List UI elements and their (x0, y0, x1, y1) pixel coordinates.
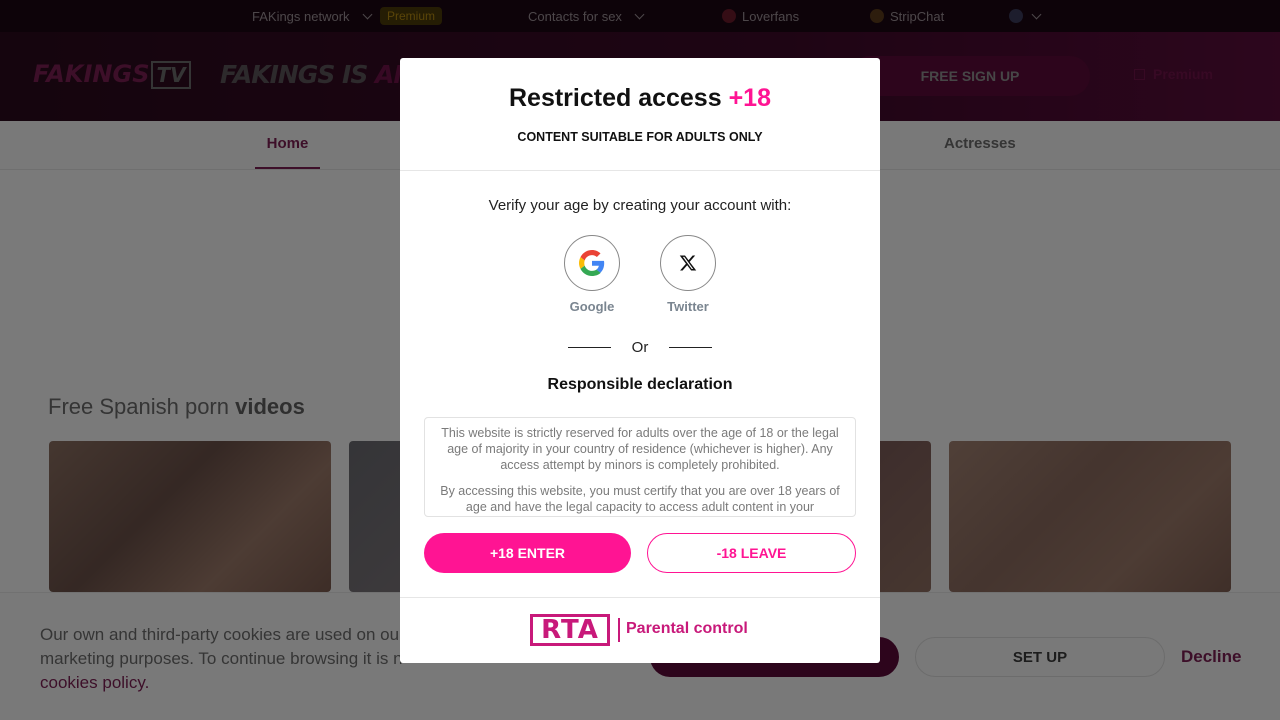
separator-line (668, 347, 712, 348)
declaration-paragraph-2: By accessing this website, you must cert… (440, 484, 840, 514)
enter-button[interactable]: +18 ENTER (424, 533, 631, 573)
rta-logo-text: RTA (533, 615, 607, 645)
rta-separator (618, 618, 620, 642)
twitter-button[interactable] (660, 235, 716, 291)
x-twitter-icon (679, 255, 697, 271)
twitter-label: Twitter (667, 299, 709, 314)
modal-subtitle: CONTENT SUITABLE FOR ADULTS ONLY (517, 130, 763, 144)
google-login[interactable]: Google (564, 235, 620, 314)
divider (400, 170, 880, 171)
or-separator: Or (568, 339, 712, 356)
modal-title-age: +18 (728, 84, 771, 112)
declaration-title: Responsible declaration (547, 376, 733, 393)
separator-line (568, 347, 611, 348)
verify-text: Verify your age by creating your account… (488, 197, 792, 214)
parental-control-link[interactable]: Parental control (626, 620, 748, 638)
or-label: Or (631, 339, 649, 356)
age-verification-modal: Restricted access +18 CONTENT SUITABLE F… (400, 58, 880, 663)
leave-button[interactable]: -18 LEAVE (647, 533, 856, 573)
google-label: Google (569, 299, 615, 314)
divider (400, 597, 880, 598)
declaration-paragraph-1: This website is strictly reserved for ad… (441, 426, 839, 472)
google-icon (579, 250, 605, 276)
modal-title: Restricted access +18 (400, 84, 880, 113)
rta-logo: RTA (530, 614, 610, 646)
twitter-login[interactable]: Twitter (660, 235, 716, 314)
declaration-scrollbox[interactable]: This website is strictly reserved for ad… (424, 417, 856, 517)
modal-title-text: Restricted access (508, 84, 729, 112)
google-button[interactable] (564, 235, 620, 291)
